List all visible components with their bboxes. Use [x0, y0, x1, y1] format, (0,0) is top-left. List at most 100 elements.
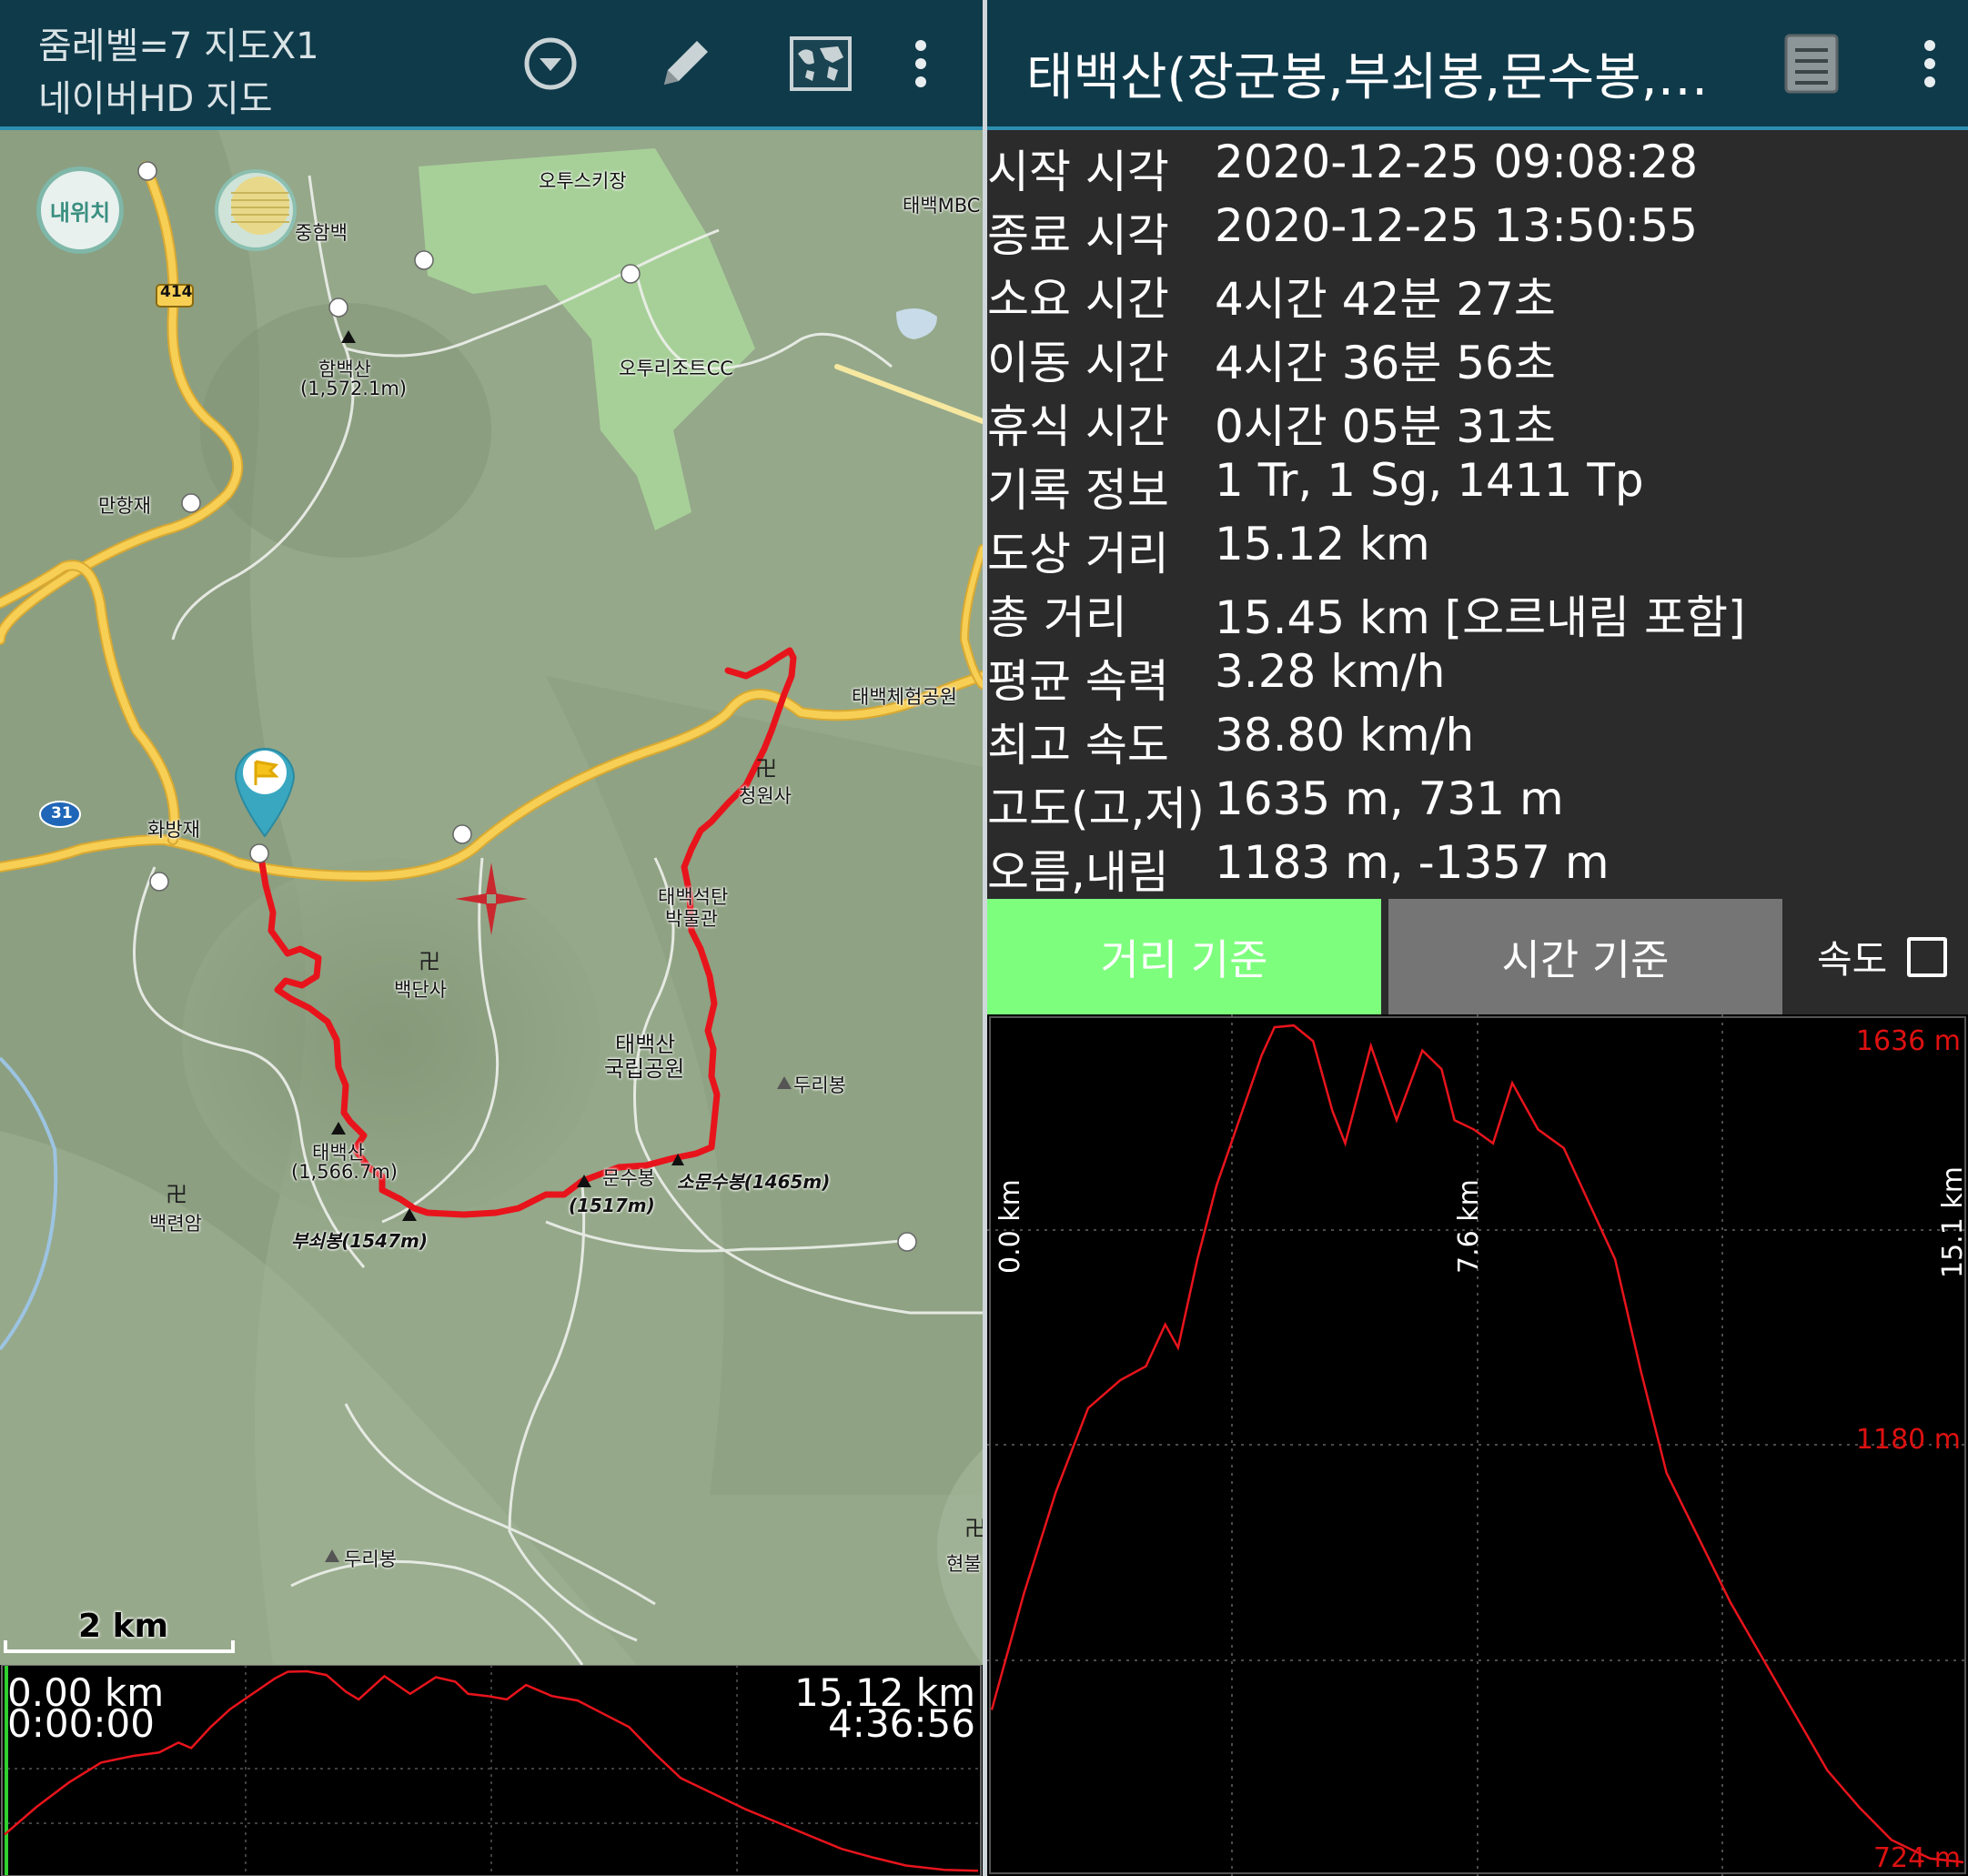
place-label: 두리봉 — [793, 1074, 846, 1096]
place-label: 태백MBC — [903, 195, 981, 217]
stat-row-ascent-descent: 오름,내림 1183 m, -1357 m — [987, 831, 1968, 899]
graph-x-mid-label: 7.6 km — [1453, 1179, 1485, 1274]
stat-row-avg-speed: 평균 속력 3.28 km/h — [987, 640, 1968, 708]
stat-value: 15.45 km [오르내림 포함] — [1215, 591, 1746, 644]
graph-y-min-label: 724 m — [1872, 1842, 1961, 1874]
speed-toggle-label: 속도 — [1817, 937, 1888, 982]
stat-row-max-speed: 최고 속도 38.80 km/h — [987, 703, 1968, 772]
route-badge-31-text: 31 — [51, 804, 73, 822]
place-label: 만항재 — [98, 495, 151, 517]
place-label: 백련암 — [149, 1213, 202, 1235]
route-badge-414-text: 414 — [160, 283, 193, 301]
speed-checkbox[interactable] — [1907, 936, 1948, 977]
place-label: 문수봉 — [602, 1167, 655, 1189]
stat-label: 최고 속도 — [987, 719, 1169, 772]
map-source-text[interactable]: 네이버HD 지도 — [38, 69, 273, 122]
scale-bar-label: 2 km — [78, 1608, 169, 1645]
stat-row-record-info: 기록 정보 1 Tr, 1 Sg, 1411 Tp — [987, 449, 1968, 517]
mini-elevation-profile[interactable]: 0.00 km 0:00:00 15.12 km 4:36:56 — [0, 1664, 983, 1876]
stat-row-elapsed: 소요 시간 4시간 42분 27초 — [987, 257, 1968, 326]
stat-value: 1635 m, 731 m — [1215, 772, 1564, 825]
place-label: 중함백 — [295, 222, 348, 244]
svg-text:卍: 卍 — [964, 1516, 983, 1541]
track-info-panel: 태백산(장군봉,부쇠봉,문수봉,소문수봉) 시작 시각 2020-12-25 09… — [987, 0, 1968, 1876]
tab-distance-basis[interactable]: 거리 기준 — [987, 899, 1381, 1014]
stat-label: 시작 시각 — [987, 146, 1169, 198]
track-title: 태백산(장군봉,부쇠봉,문수봉,소문수봉) — [1026, 48, 1718, 107]
place-label: 태백체험공원 — [852, 686, 957, 708]
start-flag-marker[interactable] — [230, 738, 299, 838]
world-map-icon[interactable] — [784, 27, 857, 100]
stat-row-altitude: 고도(고,저) 1635 m, 731 m — [987, 767, 1968, 835]
place-label: 백단사 — [394, 979, 447, 1001]
compass-icon[interactable] — [215, 169, 297, 251]
mini-start-time: 0:00:00 — [7, 1701, 155, 1746]
stat-value: 4시간 42분 27초 — [1215, 273, 1556, 326]
stat-label: 이동 시간 — [987, 337, 1169, 389]
place-label: (1,566.7m) — [291, 1161, 398, 1183]
stat-row-map-distance: 도상 거리 15.12 km — [987, 512, 1968, 580]
stat-label: 평균 속력 — [987, 655, 1169, 708]
map-panel: 줌레벨=7 지도X1 네이버HD 지도 卍 卍 卍 卍 414 31 내위치 오… — [0, 0, 983, 1876]
map-view[interactable]: 卍 卍 卍 卍 414 31 내위치 오투스키장 태백MBC 중함백 함백산 (… — [0, 130, 983, 1665]
list-document-icon[interactable] — [1775, 27, 1848, 100]
dropdown-circle-icon[interactable] — [514, 27, 587, 100]
stat-label: 휴식 시간 — [987, 400, 1169, 453]
place-label: 화방재 — [147, 819, 200, 841]
stat-row-rest: 휴식 시간 0시간 05분 31초 — [987, 385, 1968, 453]
stat-value: 0시간 05분 31초 — [1215, 400, 1556, 453]
overflow-menu-icon[interactable] — [1902, 27, 1957, 100]
stat-label: 총 거리 — [987, 591, 1127, 644]
stat-row-start-time: 시작 시각 2020-12-25 09:08:28 — [987, 130, 1968, 198]
place-label: 현불 — [946, 1553, 982, 1575]
stat-label: 고도(고,저) — [987, 782, 1205, 835]
graph-x-start-label: 0.0 km — [994, 1179, 1026, 1274]
place-label: 국립공원 — [604, 1056, 685, 1082]
stat-value: 3.28 km/h — [1215, 645, 1446, 698]
stat-label: 도상 거리 — [987, 528, 1169, 580]
stat-label: 종료 시각 — [987, 209, 1169, 262]
svg-text:卍: 卍 — [166, 1182, 187, 1207]
stat-value: 4시간 36분 56초 — [1215, 337, 1556, 389]
place-label: 부쇠봉(1547m) — [291, 1230, 428, 1252]
speed-toggle[interactable]: 속도 — [1817, 899, 1948, 1014]
graph-x-end-label: 15.1 km — [1937, 1166, 1968, 1278]
stat-value: 1 Tr, 1 Sg, 1411 Tp — [1215, 454, 1644, 507]
stat-value: 1183 m, -1357 m — [1215, 836, 1610, 889]
stat-row-moving: 이동 시간 4시간 36분 56초 — [987, 321, 1968, 389]
stat-value: 2020-12-25 09:08:28 — [1215, 136, 1699, 188]
svg-text:卍: 卍 — [419, 949, 440, 974]
map-canvas: 卍 卍 卍 卍 — [0, 130, 983, 1665]
place-label: 오투리조트CC — [619, 358, 733, 379]
place-label: 소문수봉(1465m) — [677, 1171, 831, 1193]
place-label: 두리봉 — [344, 1548, 397, 1570]
stat-label: 소요 시간 — [987, 273, 1169, 326]
pencil-icon[interactable] — [649, 27, 722, 100]
graph-mode-tabs: 거리 기준 시간 기준 속도 — [987, 899, 1968, 1014]
my-location-label: 내위치 — [49, 199, 111, 226]
place-label: (1,572.1m) — [300, 378, 407, 399]
tab-time-basis[interactable]: 시간 기준 — [1388, 899, 1782, 1014]
stat-label: 오름,내림 — [987, 846, 1169, 899]
place-label: (1517m) — [569, 1195, 655, 1216]
graph-y-max-label: 1636 m — [1855, 1025, 1961, 1057]
stat-value: 15.12 km — [1215, 518, 1430, 570]
stat-value: 38.80 km/h — [1215, 709, 1475, 761]
place-label: 오투스키장 — [539, 170, 627, 192]
stat-label: 기록 정보 — [987, 464, 1169, 517]
zoom-level-text: 줌레벨=7 지도X1 — [38, 25, 319, 67]
overflow-menu-icon[interactable] — [893, 27, 948, 100]
place-label: 박물관 — [665, 908, 718, 930]
graph-y-mid-label: 1180 m — [1855, 1424, 1961, 1456]
my-location-button[interactable]: 내위치 — [36, 166, 124, 254]
mini-end-time: 4:36:56 — [828, 1701, 975, 1746]
stat-row-end-time: 종료 시각 2020-12-25 13:50:55 — [987, 194, 1968, 262]
stat-row-total-distance: 총 거리 15.45 km [오르내림 포함] — [987, 576, 1968, 644]
map-header: 줌레벨=7 지도X1 네이버HD 지도 — [0, 0, 983, 130]
place-label: 청원사 — [739, 785, 792, 807]
stat-value: 2020-12-25 13:50:55 — [1215, 199, 1699, 252]
svg-text:卍: 卍 — [755, 756, 777, 782]
track-header: 태백산(장군봉,부쇠봉,문수봉,소문수봉) — [987, 0, 1968, 130]
elevation-graph[interactable]: 1636 m 1180 m 724 m 0.0 km 7.6 km 15.1 k… — [987, 1014, 1968, 1876]
elevation-graph-canvas — [987, 1014, 1968, 1876]
